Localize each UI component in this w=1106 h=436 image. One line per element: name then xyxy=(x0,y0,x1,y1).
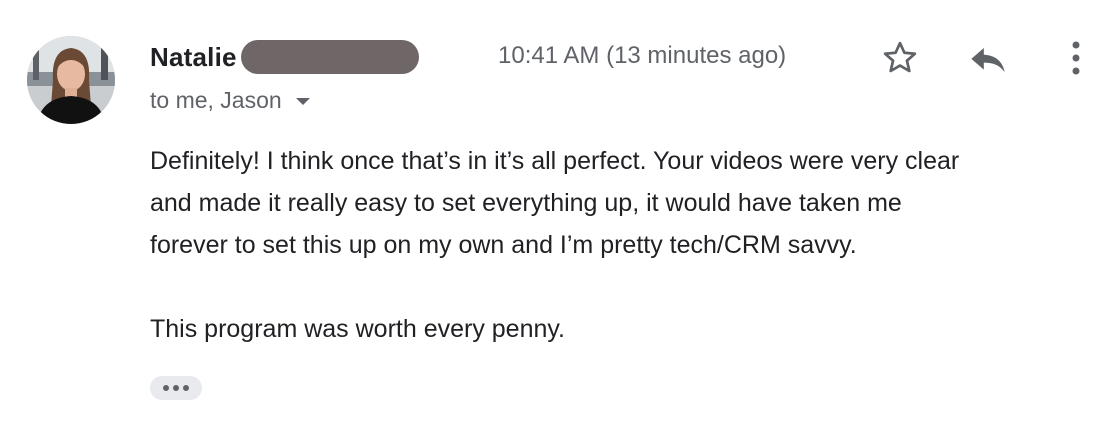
body-line: Definitely! I think once that’s in it’s … xyxy=(150,147,960,175)
star-button[interactable] xyxy=(878,36,922,80)
recipients-toggle[interactable]: to me, Jason xyxy=(150,86,310,114)
caret-down-icon[interactable] xyxy=(295,97,310,105)
body-line: This program was worth every penny. xyxy=(150,315,565,343)
avatar-photo xyxy=(27,36,115,124)
sender-name[interactable]: Natalie xyxy=(150,42,237,73)
sender-avatar[interactable] xyxy=(27,36,115,124)
more-options-button[interactable] xyxy=(1058,36,1094,80)
reply-arrow-icon xyxy=(971,48,1005,73)
recipients-text: to me, Jason xyxy=(150,86,282,113)
body-line: and made it really easy to set everythin… xyxy=(150,189,902,217)
sender-line: Natalie xyxy=(150,40,419,74)
ellipsis-dot-icon xyxy=(173,385,179,391)
body-line: forever to set this up on my own and I’m… xyxy=(150,231,857,259)
ellipsis-dot-icon xyxy=(163,385,169,391)
show-trimmed-content-button[interactable] xyxy=(150,376,202,400)
reply-button[interactable] xyxy=(964,36,1012,80)
ellipsis-dot-icon xyxy=(183,385,189,391)
vertical-dots-icon xyxy=(1072,41,1080,75)
star-outline-icon xyxy=(883,41,917,73)
message-body: Definitely! I think once that’s in it’s … xyxy=(150,140,1100,350)
redacted-email xyxy=(240,40,419,74)
message-timestamp: 10:41 AM (13 minutes ago) xyxy=(498,42,787,69)
